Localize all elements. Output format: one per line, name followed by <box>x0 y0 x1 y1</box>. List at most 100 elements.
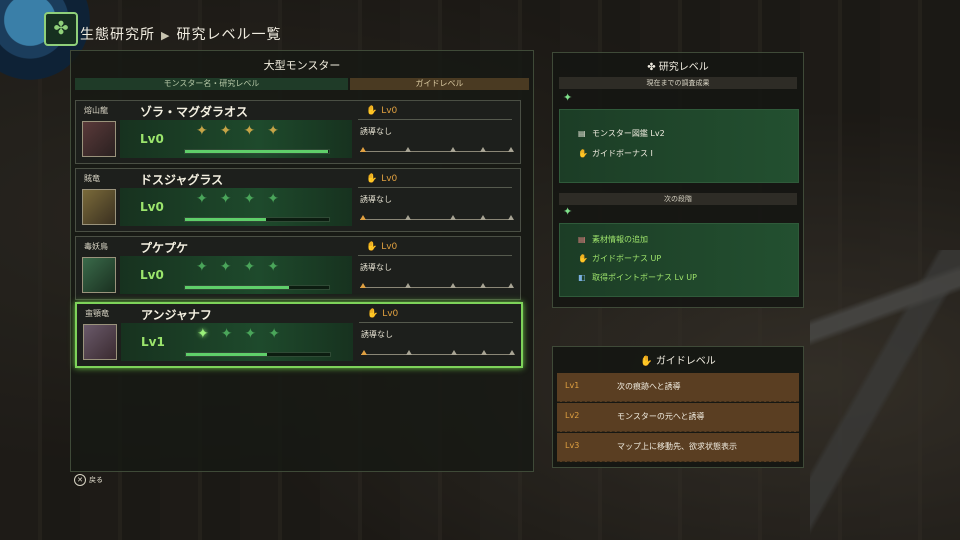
star-icon: ✦ <box>243 259 256 275</box>
research-level: Lv0 <box>140 132 164 146</box>
guide-level-panel: ✋ ガイドレベル Lv1 次の痕跡へと誘導 Lv2 モンスターの元へと誘導 Lv… <box>552 346 804 468</box>
monster-name: アンジャナフ <box>141 308 212 322</box>
research-progress-fill <box>185 150 328 153</box>
research-progress-fill <box>186 353 267 356</box>
divider <box>358 255 512 256</box>
star-icon: ✦ <box>196 191 208 207</box>
research-progress <box>184 217 330 222</box>
guide-marker-icon <box>361 350 367 355</box>
star-icon: ✦ <box>244 326 257 342</box>
breadcrumb: 生態研究所 ▶ 研究レベル一覧 <box>80 24 281 44</box>
guide-tick <box>480 147 486 152</box>
divider <box>358 119 512 120</box>
star-icon: ✦ <box>267 259 279 275</box>
next-item-text: ガイドボーナス UP <box>592 254 662 263</box>
paw-icon: ✋ <box>640 356 656 367</box>
current-results-label: 現在までの調査成果 <box>559 77 797 89</box>
paw-icon: ✋ <box>578 149 588 158</box>
sparkle-icon: ✦ <box>563 205 573 218</box>
guide-tick <box>480 283 486 288</box>
guide-status: 誘導なし <box>360 127 392 136</box>
research-level-panel: ✤ 研究レベル 現在までの調査成果 ✦ ▤ モンスター図鑑 Lv2 ✋ ガイドボーナ… <box>552 52 804 308</box>
guide-level-value: Lv0 <box>381 106 398 116</box>
monster-row[interactable]: 熔山龍 ゾラ・マグダラオス Lv0 ✦ ✦ ✦ ✦ ✋ Lv0 誘導なし <box>75 100 521 164</box>
next-item-text: 素材情報の追加 <box>592 235 648 244</box>
guide-track <box>360 215 514 220</box>
guide-level-value: Lv0 <box>382 309 399 319</box>
star-icon: ✦ <box>219 259 232 275</box>
next-item-text: 取得ポイントボーナス Lv UP <box>592 273 697 282</box>
guide-track <box>361 350 515 355</box>
research-title-text: 研究レベル <box>658 62 709 73</box>
breadcrumb-section: 生態研究所 <box>80 27 155 43</box>
guide-tick <box>450 283 456 288</box>
star-icon: ✦ <box>219 123 232 139</box>
paw-icon: ✋ <box>366 174 378 184</box>
monster-category: 蛮顎竜 <box>85 309 109 318</box>
guide-status: 誘導なし <box>360 195 392 204</box>
monster-portrait <box>82 189 116 225</box>
column-header-guide: ガイドレベル <box>350 78 529 90</box>
guide-title: ✋ ガイドレベル <box>553 352 803 367</box>
column-header-name: モンスター名・研究レベル <box>75 78 348 90</box>
guide-tick <box>451 350 457 355</box>
paw-icon: ✋ <box>578 254 588 263</box>
panel-title: 大型モンスター <box>263 59 341 72</box>
research-progress <box>184 149 330 154</box>
guide-marker-icon <box>360 283 366 288</box>
book-icon: ▤ <box>578 235 586 244</box>
guide-level: ✋ Lv0 <box>367 309 398 319</box>
column-headers: モンスター名・研究レベル ガイドレベル <box>75 78 529 90</box>
guide-level-value: Lv0 <box>381 242 398 252</box>
monster-row[interactable]: 賊竜 ドスジャグラス Lv0 ✦ ✦ ✦ ✦ ✋ Lv0 誘導なし <box>75 168 521 232</box>
book-icon: ▤ <box>578 129 586 138</box>
research-stars: ✦ ✦ ✦ ✦ <box>196 191 279 207</box>
guide-level-row: Lv1 次の痕跡へと誘導 <box>557 373 799 402</box>
star-icon: ✦ <box>267 123 279 139</box>
monster-portrait <box>82 257 116 293</box>
divider <box>358 187 512 188</box>
monster-portrait <box>82 121 116 157</box>
star-icon: ✦ <box>220 326 233 342</box>
star-icon: ✦ <box>196 123 208 139</box>
guide-tick <box>406 350 412 355</box>
guide-level-text: モンスターの元へと誘導 <box>617 412 705 421</box>
chevron-right-icon: ▶ <box>161 29 171 42</box>
monster-category: 毒妖鳥 <box>84 242 108 251</box>
star-icon: ✦ <box>219 191 232 207</box>
back-button[interactable]: ✕ 戻る <box>74 474 103 486</box>
next-item: ✋ ガイドボーナス UP <box>578 253 661 264</box>
paw-icon: ✋ <box>366 242 378 252</box>
research-progress <box>185 352 331 357</box>
background-scenery <box>810 250 960 540</box>
sparkle-icon: ✦ <box>563 91 573 104</box>
guide-tick <box>405 283 411 288</box>
points-icon: ◧ <box>578 273 586 282</box>
star-icon: ✦ <box>243 123 256 139</box>
guide-track <box>360 283 514 288</box>
guide-level: ✋ Lv0 <box>366 174 397 184</box>
monster-row[interactable]: 毒妖鳥 プケプケ Lv0 ✦ ✦ ✦ ✦ ✋ Lv0 誘導なし <box>75 236 521 300</box>
cross-button-icon: ✕ <box>74 474 86 486</box>
star-icon: ✦ <box>197 326 209 342</box>
monster-list-panel: 大型モンスター モンスター名・研究レベル ガイドレベル 熔山龍 ゾラ・マグダラオ… <box>70 50 534 472</box>
guide-title-text: ガイドレベル <box>655 356 716 367</box>
guide-tick <box>405 147 411 152</box>
current-results-box: ▤ モンスター図鑑 Lv2 ✋ ガイドボーナス Ⅰ <box>559 109 799 183</box>
guide-status: 誘導なし <box>361 330 393 339</box>
guide-level-label: Lv1 <box>565 381 580 390</box>
guide-level-row: Lv3 マップ上に移動先、欲求状態表示 <box>557 433 799 462</box>
guide-level-text: マップ上に移動先、欲求状態表示 <box>617 442 737 451</box>
monster-name: ドスジャグラス <box>140 173 224 187</box>
monster-row-selected[interactable]: 蛮顎竜 アンジャナフ Lv1 ✦ ✦ ✦ ✦ ✋ Lv0 誘導なし <box>75 302 523 368</box>
monster-portrait <box>83 324 117 360</box>
star-icon: ✦ <box>196 259 208 275</box>
research-emblem-icon: ✤ <box>44 12 78 46</box>
guide-marker-icon <box>360 147 366 152</box>
guide-level-value: Lv0 <box>381 174 398 184</box>
guide-tick <box>509 350 515 355</box>
research-stars: ✦ ✦ ✦ ✦ <box>196 259 279 275</box>
next-item: ▤ 素材情報の追加 <box>578 234 648 245</box>
monster-name: プケプケ <box>140 241 189 255</box>
next-stage-label: 次の段階 <box>559 193 797 205</box>
